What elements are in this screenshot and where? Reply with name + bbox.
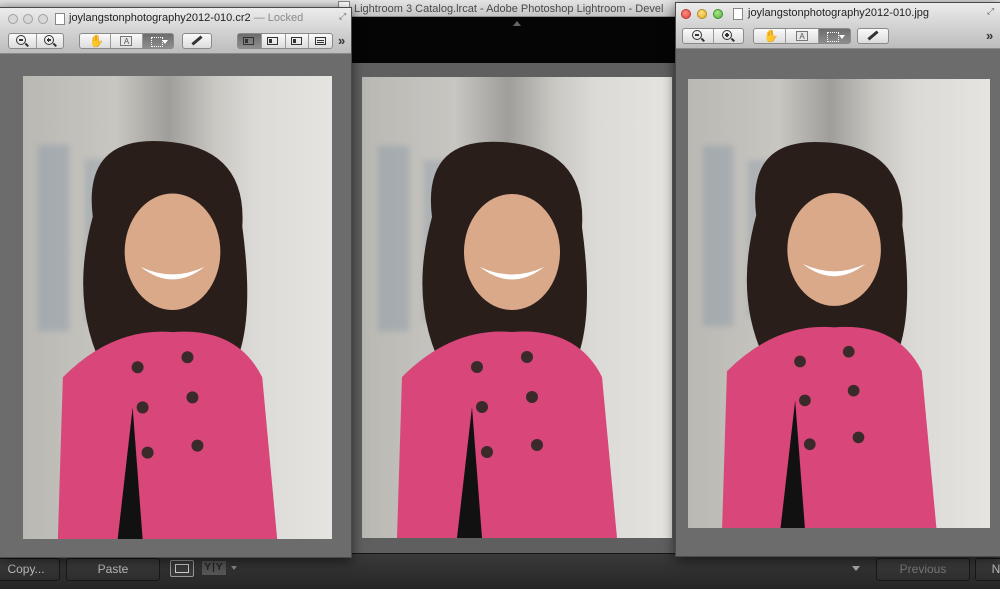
chevron-down-icon	[838, 35, 845, 39]
preview-photo-jpg	[688, 79, 990, 528]
document-icon	[55, 13, 65, 25]
chevron-down-icon[interactable]	[852, 566, 860, 571]
preview-toolbar: ✋ A »	[676, 25, 1000, 49]
hand-icon: ✋	[89, 34, 105, 48]
toolbar-overflow-icon[interactable]: »	[986, 28, 993, 43]
move-tool-button[interactable]: ✋	[754, 29, 785, 43]
preview-titlebar: joylangstonphotography2012-010.jpg ⤢	[676, 3, 1000, 25]
photo-subject	[57, 140, 278, 539]
view-thumbnails-button[interactable]	[260, 34, 285, 48]
preview-window-cr2: joylangstonphotography2012-010.cr2 — Loc…	[0, 7, 352, 558]
pencil-icon	[867, 30, 879, 41]
before-after-view-icon[interactable]: Y|Y	[202, 561, 226, 575]
copy-settings-button[interactable]: Copy...	[0, 558, 60, 581]
photo-subject	[397, 141, 617, 538]
preview-titlebar: joylangstonphotography2012-010.cr2 — Loc…	[0, 8, 351, 30]
fullscreen-icon[interactable]: ⤢	[987, 7, 996, 16]
window-title: joylangstonphotography2012-010.jpg	[748, 7, 929, 19]
close-button[interactable]	[8, 14, 18, 24]
move-tool-button[interactable]: ✋	[80, 34, 110, 48]
close-button[interactable]	[681, 9, 691, 19]
tool-selector: ✋ A	[79, 33, 174, 49]
text-tool-button[interactable]: A	[110, 34, 141, 48]
zoom-control	[682, 28, 744, 44]
zoom-out-button[interactable]	[9, 34, 36, 48]
toolbar-overflow-icon[interactable]: »	[338, 33, 345, 48]
view-sidebar-button[interactable]	[284, 34, 309, 48]
chevron-down-icon	[161, 40, 168, 44]
view-content-only-button[interactable]	[238, 34, 261, 48]
zoom-in-icon	[722, 30, 733, 40]
zoom-out-button[interactable]	[683, 29, 713, 43]
document-icon	[733, 8, 743, 20]
next-button[interactable]: N	[975, 558, 1000, 581]
previous-button[interactable]: Previous	[876, 558, 970, 581]
annotate-button[interactable]	[858, 29, 888, 43]
preview-content	[676, 49, 1000, 556]
select-tool-button[interactable]	[817, 29, 850, 43]
zoom-out-icon	[691, 30, 702, 40]
content-only-icon	[243, 37, 255, 45]
file-name: joylangstonphotography2012-010.cr2	[69, 12, 251, 24]
preview-content	[0, 54, 351, 557]
rect-select-icon	[150, 37, 163, 47]
loupe-view-icon[interactable]	[170, 560, 194, 577]
select-tool-button[interactable]	[141, 34, 173, 48]
zoom-window-button[interactable]	[38, 14, 48, 24]
hand-icon: ✋	[763, 29, 779, 43]
annotate-button[interactable]	[183, 34, 211, 48]
lightroom-title-text: Lightroom 3 Catalog.lrcat - Adobe Photos…	[354, 3, 664, 15]
pencil-icon	[191, 35, 203, 46]
sidebar-icon	[290, 37, 302, 45]
view-contact-sheet-button[interactable]	[308, 34, 332, 48]
lightroom-window-title: Lightroom 3 Catalog.lrcat - Adobe Photos…	[338, 1, 663, 15]
preview-window-jpg: joylangstonphotography2012-010.jpg ⤢ ✋ A…	[675, 2, 1000, 557]
photo-subject	[722, 142, 937, 528]
minimize-button[interactable]	[23, 14, 33, 24]
lightroom-top-panel	[340, 17, 680, 63]
thumbnails-icon	[267, 37, 279, 45]
preview-photo-cr2	[23, 76, 332, 539]
window-title: joylangstonphotography2012-010.cr2 — Loc…	[69, 12, 303, 24]
tool-selector: ✋ A	[753, 28, 851, 44]
panel-collapse-arrow-icon[interactable]	[513, 21, 521, 26]
zoom-window-button[interactable]	[713, 9, 723, 19]
zoom-in-icon	[43, 35, 54, 45]
text-tool-button[interactable]: A	[785, 29, 817, 43]
text-select-icon: A	[795, 31, 808, 41]
locked-label: — Locked	[253, 12, 304, 24]
file-name: joylangstonphotography2012-010.jpg	[748, 7, 930, 19]
fullscreen-icon[interactable]: ⤢	[339, 12, 348, 21]
minimize-button[interactable]	[697, 9, 707, 19]
lightroom-develop-photo	[362, 77, 672, 538]
chevron-down-icon[interactable]	[231, 566, 237, 570]
zoom-out-icon	[16, 35, 27, 45]
paste-settings-button[interactable]: Paste	[66, 558, 160, 581]
contact-sheet-icon	[314, 37, 326, 45]
zoom-in-button[interactable]	[35, 34, 64, 48]
annotate-control	[182, 33, 212, 49]
zoom-control	[8, 33, 64, 49]
view-selector	[237, 33, 333, 49]
preview-toolbar: ✋ A »	[0, 30, 351, 54]
annotate-control	[857, 28, 889, 44]
text-select-icon: A	[120, 36, 133, 46]
rect-select-icon	[826, 32, 839, 42]
zoom-in-button[interactable]	[712, 29, 744, 43]
